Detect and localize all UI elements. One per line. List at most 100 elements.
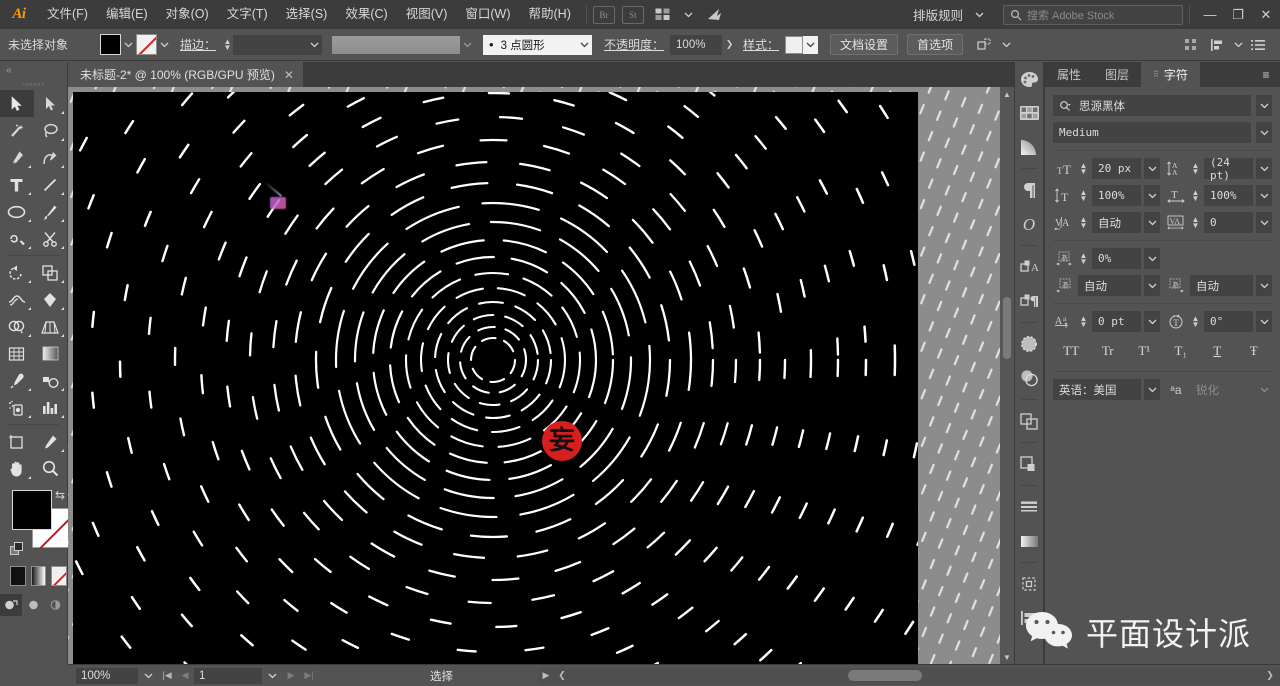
tool-scissors[interactable] <box>34 225 68 252</box>
graphic-style-swatch[interactable] <box>785 35 804 54</box>
scroll-up-icon[interactable]: ▲ <box>1000 87 1014 101</box>
leading-chevron-down-icon[interactable] <box>1256 158 1272 179</box>
align-dock-icon[interactable] <box>1015 447 1043 481</box>
menu-help[interactable]: 帮助(H) <box>520 0 580 29</box>
font-size-field[interactable]: 20 px <box>1092 158 1141 179</box>
stroke-weight-field[interactable] <box>233 34 308 55</box>
draw-inside-mode[interactable] <box>45 594 67 616</box>
last-artboard-button[interactable]: ▶| <box>300 667 318 685</box>
horizontal-scale-chevron-down-icon[interactable] <box>1256 185 1272 206</box>
next-artboard-button[interactable]: ▶ <box>282 667 300 685</box>
align-chevron-down-icon[interactable] <box>1231 35 1246 55</box>
style-chevron-down-icon[interactable] <box>803 35 819 54</box>
status-expand-icon[interactable]: ▶ <box>538 668 554 684</box>
baseline-shift-chevron-down-icon[interactable] <box>1144 311 1160 332</box>
stroke-profile-chevron-down-icon[interactable] <box>460 35 475 55</box>
close-icon[interactable]: ✕ <box>284 68 294 82</box>
scroll-left-icon[interactable]: ❮ <box>554 668 570 684</box>
menu-window[interactable]: 窗口(W) <box>456 0 519 29</box>
paragraph-styles-panel-icon[interactable] <box>1015 284 1043 318</box>
arrange-chevron-down-icon[interactable] <box>677 5 701 25</box>
scroll-right-icon[interactable]: ❯ <box>1262 668 1278 684</box>
underline-button[interactable]: T <box>1199 343 1236 359</box>
menu-file[interactable]: 文件(F) <box>38 0 97 29</box>
tool-blend[interactable] <box>34 367 68 394</box>
subscript-button[interactable]: T₁ <box>1163 343 1200 359</box>
antialias-chevron-down-icon[interactable] <box>1256 379 1272 400</box>
horizontal-scale-stepper[interactable]: ▲ ▼ <box>1190 188 1201 202</box>
tool-shape-builder[interactable] <box>0 313 34 340</box>
panel-menu-icon[interactable]: ≡ <box>1252 62 1280 87</box>
window-minimize-button[interactable]: — <box>1196 0 1224 29</box>
tool-ellipse[interactable] <box>0 198 34 225</box>
menu-effect[interactable]: 效果(C) <box>336 0 396 29</box>
select-similar-icon[interactable] <box>973 35 997 55</box>
tool-pen[interactable] <box>0 144 34 171</box>
all-caps-button[interactable]: TT <box>1053 343 1090 359</box>
stroke-panel-icon[interactable] <box>1015 490 1043 524</box>
stroke-chevron-down-icon[interactable] <box>157 35 172 55</box>
tool-mesh[interactable] <box>0 340 34 367</box>
font-size-stepper[interactable]: ▲ ▼ <box>1078 161 1089 175</box>
tool-rotate[interactable] <box>0 259 34 286</box>
toolbar-collapse-button[interactable]: « <box>0 62 67 78</box>
scroll-down-icon[interactable]: ▼ <box>1000 650 1014 664</box>
align2-panel-icon[interactable] <box>1015 601 1043 635</box>
rotation-chevron-down-icon[interactable] <box>1256 311 1272 332</box>
stroke-weight-stepper[interactable]: ▲ ▼ <box>222 37 233 51</box>
default-fill-stroke-icon[interactable] <box>10 542 24 556</box>
left-aki-chevron-down-icon[interactable] <box>1144 275 1160 296</box>
rotation-stepper[interactable]: ▲ ▼ <box>1190 314 1201 328</box>
artboard-chevron-down-icon[interactable] <box>262 668 282 684</box>
transform-grid-icon[interactable] <box>1179 35 1203 55</box>
strikethrough-button[interactable]: Ŧ <box>1236 343 1273 359</box>
first-artboard-button[interactable]: |◀ <box>158 667 176 685</box>
kerning-stepper[interactable]: ▲ ▼ <box>1078 215 1089 229</box>
character-styles-panel-icon[interactable]: A <box>1015 250 1043 284</box>
document-setup-button[interactable]: 文档设置 <box>830 34 899 55</box>
tool-shaper[interactable] <box>0 225 34 252</box>
tab-layers[interactable]: 图层 <box>1093 62 1141 87</box>
font-family-chevron-down-icon[interactable] <box>1256 95 1272 116</box>
font-family-field[interactable]: 思源黑体 <box>1053 95 1251 116</box>
menu-view[interactable]: 视图(V) <box>397 0 457 29</box>
canvas-area[interactable]: 妄 ▲ ▼ <box>68 87 1014 664</box>
menu-object[interactable]: 对象(O) <box>157 0 218 29</box>
vertical-scale-chevron-down-icon[interactable] <box>1144 185 1160 206</box>
vertical-scale-stepper[interactable]: ▲ ▼ <box>1078 188 1089 202</box>
tool-direct-selection[interactable] <box>34 90 68 117</box>
paragraph-panel-icon[interactable] <box>1015 173 1043 207</box>
rotation-field[interactable]: 0° <box>1204 311 1253 332</box>
brush-definition-field[interactable]: • 3 点圆形 <box>483 34 578 55</box>
tool-column-graph[interactable] <box>34 394 68 421</box>
tool-artboard[interactable] <box>0 428 34 455</box>
color-panel-icon[interactable] <box>1015 62 1043 96</box>
menu-edit[interactable]: 编辑(E) <box>97 0 157 29</box>
tsume-stepper[interactable]: ▲ ▼ <box>1078 251 1089 265</box>
tool-width[interactable] <box>0 286 34 313</box>
kerning-field[interactable]: 自动 <box>1092 212 1141 233</box>
antialias-field[interactable]: 锐化 <box>1190 379 1253 400</box>
tsume-field[interactable]: 0% <box>1092 248 1141 269</box>
tool-symbol-sprayer[interactable] <box>0 394 34 421</box>
artboard-number-field[interactable]: 1 <box>194 667 262 684</box>
tool-line-segment[interactable] <box>34 171 68 198</box>
draw-behind-mode[interactable] <box>22 594 44 616</box>
tool-slice[interactable] <box>34 428 68 455</box>
opacity-expand-icon[interactable]: ❯ <box>722 35 737 55</box>
tool-zoom[interactable] <box>34 455 68 482</box>
stroke-profile-preview[interactable] <box>332 35 461 54</box>
baseline-shift-stepper[interactable]: ▲ ▼ <box>1078 314 1089 328</box>
tab-properties[interactable]: 属性 <box>1045 62 1093 87</box>
transform-panel-icon[interactable] <box>1015 567 1043 601</box>
arrange-documents-icon[interactable] <box>651 5 675 25</box>
zoom-level-field[interactable]: 100% <box>76 667 138 684</box>
center-stamp[interactable]: 妄 <box>542 421 582 461</box>
window-restore-button[interactable]: ❐ <box>1224 0 1252 29</box>
gradient-swatch[interactable] <box>30 566 47 586</box>
fill-chevron-down-icon[interactable] <box>121 35 136 55</box>
menu-type[interactable]: 文字(T) <box>218 0 277 29</box>
tool-lasso[interactable] <box>34 117 68 144</box>
arrange-rule-label[interactable]: 排版规则 <box>909 5 967 24</box>
vertical-scale-field[interactable]: 100% <box>1092 185 1141 206</box>
